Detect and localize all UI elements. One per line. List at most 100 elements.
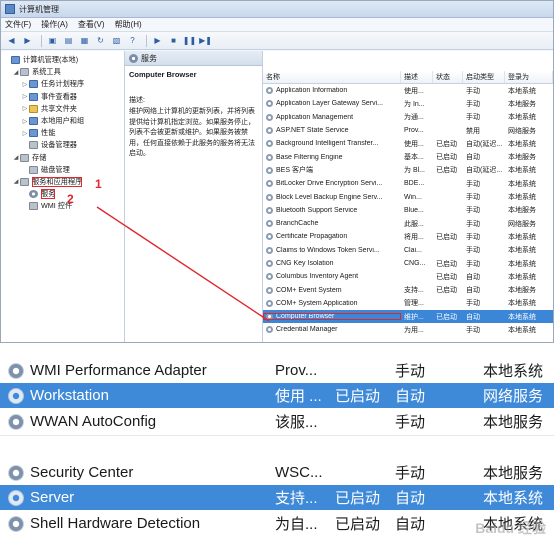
service-row[interactable]: Claims to Windows Token Servi... Clai... 手…: [263, 244, 553, 257]
stop-icon[interactable]: ■: [167, 35, 180, 47]
service-name: ASP.NET State Service: [263, 127, 401, 135]
service-row[interactable]: Bluetooth Support Service Blue... 手动 本地服务: [263, 204, 553, 217]
service-row[interactable]: Application Layer Gateway Servi... 为 In..…: [263, 97, 553, 110]
service-row[interactable]: Computer Browser 维护... 已启动 自动 本地系统: [263, 310, 553, 324]
service-startup-type: 自动: [466, 287, 480, 295]
service-name: Base Filtering Engine: [263, 153, 401, 161]
service-log-on-as: 本地服务: [508, 154, 536, 162]
zoomed-service-row[interactable]: Server 支持... 已启动 自动 本地系统: [0, 485, 554, 510]
service-row[interactable]: COM+ System Application 管理... 手动 本地系统: [263, 297, 553, 310]
zoomed-service-row[interactable]: Security Center WSC... 手动 本地服务: [0, 460, 554, 485]
tree-node[interactable]: ◢ 系统工具: [1, 66, 124, 78]
service-status: 已启动: [436, 260, 457, 268]
tree-node[interactable]: ◢ 存储: [1, 152, 124, 164]
expand-arrow-icon[interactable]: ◢: [12, 154, 20, 161]
menu-help[interactable]: 帮助(H): [115, 19, 142, 30]
column-log-on-as[interactable]: 登录为: [505, 71, 553, 83]
column-status[interactable]: 状态: [433, 71, 463, 83]
expand-arrow-icon[interactable]: ◢: [12, 69, 20, 76]
service-row[interactable]: BES 客户端 为 Bl... 已启动 自动(延迟... 本地系统: [263, 164, 553, 177]
service-name-text: ASP.NET State Service: [276, 127, 349, 135]
service-row[interactable]: Background Intelligent Transfer... 使用... 已…: [263, 137, 553, 150]
service-row[interactable]: Base Filtering Engine 基本... 已启动 自动 本地服务: [263, 150, 553, 163]
callout-number-1: 1: [95, 177, 102, 191]
forward-icon[interactable]: ▶: [21, 35, 34, 47]
service-row[interactable]: CNG Key Isolation CNG... 已启动 手动 本地系统: [263, 257, 553, 270]
service-log-on-as: 本地系统: [508, 180, 536, 188]
service-description: BDE...: [404, 180, 425, 188]
tree-node[interactable]: ▷ 任务计划程序: [1, 78, 124, 90]
zoomed-service-row[interactable]: Workstation 使用 ... 已启动 自动 网络服务: [0, 383, 554, 408]
properties-icon[interactable]: ▧: [110, 35, 123, 47]
service-row[interactable]: BitLocker Drive Encryption Servi... BDE..…: [263, 177, 553, 190]
expand-arrow-icon[interactable]: ▷: [21, 130, 29, 137]
tree-node-label: 服务和应用程序: [32, 176, 83, 187]
service-row[interactable]: Application Information 使用... 手动 本地系统: [263, 84, 553, 97]
expand-arrow-icon[interactable]: ▷: [21, 93, 29, 100]
menu-view[interactable]: 查看(V): [78, 19, 105, 30]
service-name-text: Shell Hardware Detection: [30, 515, 201, 532]
tree-node[interactable]: ▷ 事件查看器: [1, 91, 124, 103]
service-row[interactable]: Block Level Backup Engine Serv... Win... 手…: [263, 190, 553, 203]
service-gear-icon: [266, 100, 273, 108]
service-gear-icon: [266, 166, 273, 174]
service-description: 为用...: [404, 326, 424, 334]
menu-file[interactable]: 文件(F): [5, 19, 31, 30]
console-tree-icon[interactable]: ▤: [62, 35, 75, 47]
restart-icon[interactable]: ▶❚: [199, 35, 212, 47]
service-gear-icon: [266, 140, 273, 148]
up-folder-icon[interactable]: ▣: [46, 35, 59, 47]
tree-node[interactable]: ◢ 服务和应用程序: [1, 176, 124, 188]
service-name-text: CNG Key Isolation: [276, 260, 334, 267]
tree-node[interactable]: ▷ 本地用户和组: [1, 115, 124, 127]
service-gear-icon: [8, 515, 24, 532]
service-row[interactable]: Columbus Inventory Agent 已启动 自动 本地系统: [263, 270, 553, 283]
service-row[interactable]: COM+ Event System 支持... 已启动 自动 本地服务: [263, 283, 553, 296]
tree-node[interactable]: ▷ 共享文件夹: [1, 103, 124, 115]
service-description: Clai...: [404, 246, 422, 254]
tree-node[interactable]: WMI 控件: [1, 200, 124, 212]
tree-node[interactable]: ▷ 性能: [1, 127, 124, 139]
tree-node-label: 共享文件夹: [41, 103, 77, 113]
help-icon[interactable]: ?: [126, 35, 139, 47]
service-name-text: Bluetooth Support Service: [276, 206, 358, 214]
play-icon[interactable]: ▶: [151, 35, 164, 47]
service-gear-icon: [266, 286, 273, 294]
tree-node[interactable]: 磁盘管理: [1, 164, 124, 176]
service-name: CNG Key Isolation: [263, 260, 401, 267]
expand-arrow-icon[interactable]: ▷: [21, 81, 29, 88]
zoomed-service-row[interactable]: WWAN AutoConfig 该服... 手动 本地服务: [0, 409, 554, 434]
service-name-text: COM+ System Application: [276, 299, 358, 307]
menu-action[interactable]: 操作(A): [41, 19, 68, 30]
expand-arrow-icon[interactable]: ▷: [21, 118, 29, 125]
column-name[interactable]: 名称: [263, 71, 401, 83]
zoomed-service-row[interactable]: WMI Performance Adapter Prov... 手动 本地系统: [0, 358, 554, 383]
toolbar: ◀ ▶ ▣ ▤ ▦ ↻ ▧ ? ▶ ■ ❚❚ ▶❚: [1, 32, 553, 50]
expand-arrow-icon[interactable]: ◢: [12, 178, 20, 185]
tree-node[interactable]: 服务: [1, 188, 124, 200]
service-gear-icon: [266, 113, 273, 121]
service-row[interactable]: Application Management 为通... 手动 本地系统: [263, 111, 553, 124]
service-name-text: Application Management: [276, 113, 354, 121]
tree-node[interactable]: 计算机管理(本地): [1, 54, 124, 66]
expand-arrow-icon[interactable]: ▷: [21, 105, 29, 112]
node-icon: [11, 56, 20, 65]
column-description[interactable]: 描述: [401, 71, 433, 83]
back-icon[interactable]: ◀: [5, 35, 18, 47]
service-row[interactable]: ASP.NET State Service Prov... 禁用 网络服务: [263, 124, 553, 137]
service-row[interactable]: Certificate Propagation 将用... 已启动 手动 本地系统: [263, 230, 553, 243]
service-name-text: Block Level Backup Engine Serv...: [276, 193, 383, 201]
tree-node-label: 性能: [41, 128, 56, 138]
service-row[interactable]: Credential Manager 为用... 手动 本地系统: [263, 323, 553, 336]
service-description-pane: 服务 Computer Browser 描述: 维护网络上计算机的更新列表，并将…: [125, 51, 263, 342]
zoomed-service-row[interactable]: Shell Hardware Detection 为自... 已启动 自动 本地系统: [0, 511, 554, 536]
service-startup-type: 自动: [466, 273, 480, 281]
service-row[interactable]: BranchCache 此服... 手动 网络服务: [263, 217, 553, 230]
list-header: 名称 描述 状态 启动类型 登录为: [263, 71, 553, 84]
pause-icon[interactable]: ❚❚: [183, 35, 196, 47]
tree-node[interactable]: 设备管理器: [1, 139, 124, 151]
export-icon[interactable]: ▦: [78, 35, 91, 47]
column-startup-type[interactable]: 启动类型: [463, 71, 505, 83]
refresh-icon[interactable]: ↻: [94, 35, 107, 47]
computer-management-window: 计算机管理 文件(F) 操作(A) 查看(V) 帮助(H) ◀ ▶ ▣ ▤ ▦ …: [0, 0, 554, 343]
